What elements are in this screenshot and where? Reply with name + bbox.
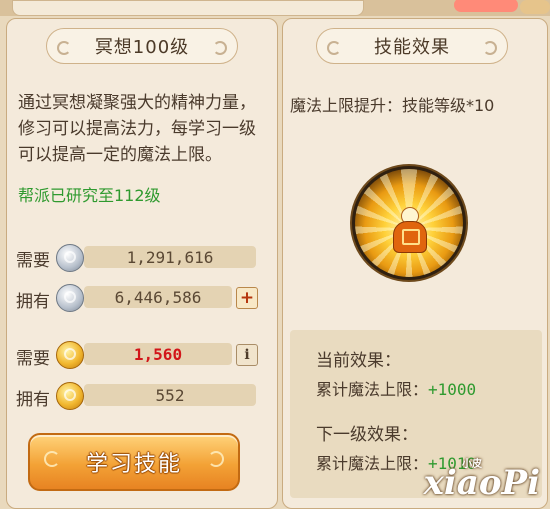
effect-formula: 魔法上限提升：技能等级*10 <box>290 96 495 115</box>
current-effect-value: +1000 <box>428 380 477 399</box>
site-watermark: 小皮 xiaoPi <box>424 459 540 503</box>
current-effect-label: 累计魔法上限： <box>316 380 429 399</box>
add-silver-button[interactable]: + <box>236 287 258 309</box>
guild-research-level: 帮派已研究至112级 <box>18 186 161 205</box>
effect-title-ribbon: 技能效果 <box>316 28 508 64</box>
cloud-ornament-icon <box>44 451 60 467</box>
top-pill-button[interactable] <box>520 0 550 14</box>
silver-coin-icon <box>56 244 84 272</box>
gold-coin-icon <box>56 341 84 369</box>
silver-required-value: 1,291,616 <box>84 246 256 268</box>
current-effect-row: 累计魔法上限：+1000 <box>316 376 476 400</box>
info-button[interactable]: i <box>236 344 258 366</box>
top-strip <box>0 0 550 16</box>
current-effect-title: 当前效果： <box>316 351 401 371</box>
gold-coin-icon <box>56 382 84 410</box>
top-tab <box>12 0 364 16</box>
gold-required-value: 1,560 <box>84 343 232 365</box>
learn-skill-button[interactable]: 学习技能 <box>28 433 240 491</box>
watermark-small-text: 小皮 <box>462 459 482 470</box>
next-effect-label: 累计魔法上限： <box>316 454 429 473</box>
skill-description: 通过冥想凝聚强大的精神力量，修习可以提高法力，每学习一级可以提高一定的魔法上限。 <box>18 93 256 165</box>
top-red-button[interactable] <box>454 0 518 12</box>
effect-title: 技能效果 <box>374 37 450 58</box>
gold-owned-value: 552 <box>84 384 256 406</box>
ribbon-swirl-icon <box>213 41 227 55</box>
ribbon-swirl-icon <box>57 41 71 55</box>
next-effect-title: 下一级效果： <box>316 425 418 445</box>
cloud-ornament-icon <box>208 451 224 467</box>
cost-label: 拥有 <box>16 292 50 312</box>
silver-owned-value: 6,446,586 <box>84 286 232 308</box>
cost-label: 拥有 <box>16 390 50 410</box>
cost-label: 需要 <box>16 349 50 369</box>
ribbon-swirl-icon <box>483 41 497 55</box>
cost-label: 需要 <box>16 251 50 271</box>
ribbon-swirl-icon <box>327 41 341 55</box>
skill-title: 冥想100级 <box>94 37 190 58</box>
meditating-monk-skill-icon <box>352 166 466 280</box>
skill-title-ribbon: 冥想100级 <box>46 28 238 64</box>
silver-coin-icon <box>56 284 84 312</box>
learn-skill-label: 学习技能 <box>85 452 182 477</box>
